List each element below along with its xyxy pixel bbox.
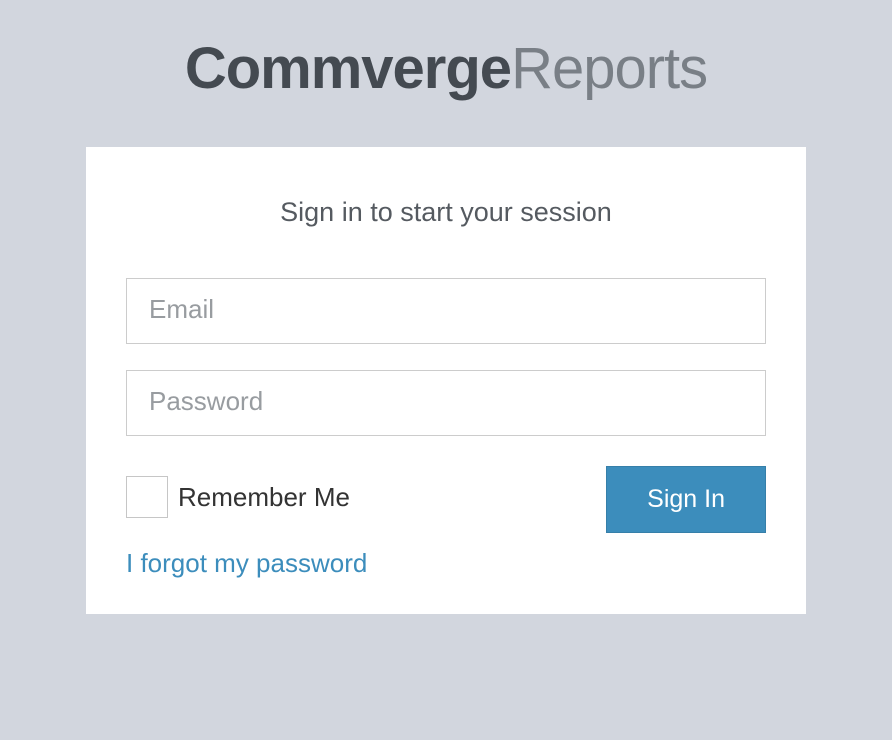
brand-light: Reports (511, 36, 707, 101)
remember-me-row[interactable]: Remember Me (126, 476, 367, 518)
brand-bold: Commverge (185, 36, 511, 101)
form-footer: Remember Me I forgot my password Sign In (126, 466, 766, 579)
remember-label: Remember Me (178, 482, 350, 513)
login-subtitle: Sign in to start your session (126, 197, 766, 228)
signin-button[interactable]: Sign In (606, 466, 766, 533)
login-wrapper: CommvergeReports Sign in to start your s… (86, 0, 806, 614)
password-field[interactable] (126, 370, 766, 436)
email-field[interactable] (126, 278, 766, 344)
form-left-column: Remember Me I forgot my password (126, 466, 367, 579)
forgot-password-link[interactable]: I forgot my password (126, 548, 367, 579)
remember-checkbox[interactable] (126, 476, 168, 518)
brand-title: CommvergeReports (86, 35, 806, 102)
login-box: Sign in to start your session Remember M… (86, 147, 806, 614)
